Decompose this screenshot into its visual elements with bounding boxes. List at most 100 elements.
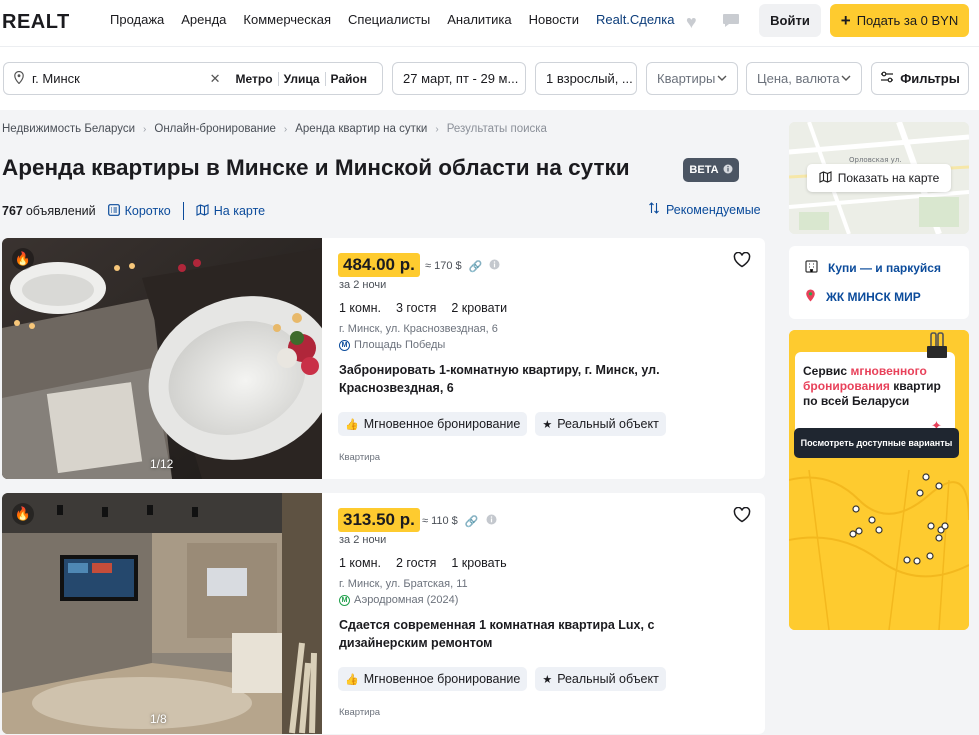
listing-info: 484.00 р. ≈ 170 $ 🔗 за 2 ночи 1 комн. 3 … xyxy=(338,238,758,479)
verified-object-label: Реальный объект xyxy=(557,417,659,431)
listing-title[interactable]: Забронировать 1-комнатную квартиру, г. М… xyxy=(339,361,669,397)
instant-booking-promo[interactable]: Сервис мгновенного бронирования квартир … xyxy=(789,330,969,630)
property-kind: Квартира xyxy=(339,707,381,718)
verified-object-badge: ★ Реальный объект xyxy=(535,667,666,691)
results-count: 767 xyxy=(2,204,23,218)
parking-link-label: Купи — и паркуйся xyxy=(828,261,941,275)
dates-field[interactable]: 27 март, пт - 29 м... xyxy=(392,62,526,95)
rooms-count: 1 комн. xyxy=(339,301,381,315)
plus-icon: + xyxy=(840,10,851,30)
show-on-map-button[interactable]: Показать на карте xyxy=(807,164,951,192)
chevron-down-icon xyxy=(717,73,727,84)
listing-photo[interactable]: 🔥 1/8 xyxy=(2,493,322,734)
living-room-photo xyxy=(2,493,322,734)
listing-card[interactable]: 🔥 1/8 313.50 р. ≈ 110 $ 🔗 за 2 ночи 1 ко… xyxy=(2,493,765,734)
location-options: Метро Улица Район xyxy=(231,71,372,86)
location-option-district[interactable]: Район xyxy=(324,71,372,86)
metro-station: M Площадь Победы xyxy=(339,339,445,351)
view-short-label: Коротко xyxy=(124,204,171,218)
star-icon: ★ xyxy=(542,418,553,431)
price-currency-label: Цена, валюта xyxy=(757,71,840,86)
show-on-map-label: Показать на карте xyxy=(837,171,940,185)
property-type-select[interactable]: Квартиры xyxy=(646,62,738,95)
listing-price: 313.50 р. xyxy=(338,508,420,532)
breadcrumb-item[interactable]: Онлайн-бронирование xyxy=(154,123,276,135)
realt-logo[interactable]: REALT xyxy=(2,11,70,34)
chevron-down-icon xyxy=(841,73,851,84)
hot-offer-icon: 🔥 xyxy=(12,248,34,270)
favorites-heart-icon[interactable]: ♥ xyxy=(686,12,706,32)
location-option-metro[interactable]: Метро xyxy=(231,72,278,86)
beta-badge[interactable]: BETA xyxy=(683,158,739,182)
thumbs-up-icon: 👍 xyxy=(345,673,359,686)
promo-text-pre: Сервис xyxy=(803,364,851,378)
search-bar: г. Минск ✕ Метро Улица Район 27 март, пт… xyxy=(0,46,979,110)
mini-map[interactable]: Орловская ул. Показать на карте xyxy=(789,122,969,234)
chevron-right-icon: › xyxy=(283,123,288,135)
sliders-icon xyxy=(880,71,894,86)
chat-bubble-icon[interactable] xyxy=(722,12,742,32)
map-icon xyxy=(819,170,832,186)
nights-label: за 2 ночи xyxy=(339,279,387,291)
results-toolbar: 767 объявлений Коротко На карте xyxy=(2,202,265,220)
post-ad-label: Подать за 0 BYN xyxy=(856,13,959,28)
link-icon[interactable]: 🔗 xyxy=(469,260,483,273)
nav-specialists[interactable]: Специалисты xyxy=(348,12,430,27)
metro-station: M Аэродромная (2024) xyxy=(339,594,458,606)
listing-badges: 👍 Мгновенное бронирование ★ Реальный объ… xyxy=(338,667,666,691)
usd-price-row: ≈ 170 $ 🔗 xyxy=(425,259,500,273)
link-icon[interactable]: 🔗 xyxy=(465,515,479,528)
listing-price: 484.00 р. xyxy=(338,253,420,277)
filters-button[interactable]: Фильтры xyxy=(871,62,969,95)
usd-price: ≈ 110 $ xyxy=(422,515,458,527)
location-option-street[interactable]: Улица xyxy=(277,71,325,86)
parking-link[interactable]: Купи — и паркуйся xyxy=(805,260,941,276)
bathroom-photo xyxy=(2,238,322,479)
chevron-right-icon: › xyxy=(143,123,147,135)
breadcrumb-item[interactable]: Недвижимость Беларуси xyxy=(2,123,135,135)
photo-counter: 1/8 xyxy=(150,712,167,726)
nav-analytics[interactable]: Аналитика xyxy=(447,12,511,27)
location-field[interactable]: г. Минск ✕ Метро Улица Район xyxy=(3,62,383,95)
nav-rent[interactable]: Аренда xyxy=(181,12,226,27)
photo-counter: 1/12 xyxy=(150,457,174,471)
complex-link[interactable]: ЖК МИНСК МИР xyxy=(805,289,921,305)
nav-commercial[interactable]: Коммерческая xyxy=(243,12,331,27)
clear-location-icon[interactable]: ✕ xyxy=(210,71,221,87)
info-icon[interactable] xyxy=(489,259,500,273)
view-map-button[interactable]: На карте xyxy=(196,203,265,219)
page-title: Аренда квартиры в Минске и Минской облас… xyxy=(2,155,630,180)
listing-specs: 1 комн. 2 гостя 1 кровать xyxy=(339,556,507,570)
thumbs-up-icon: 👍 xyxy=(345,418,359,431)
guests-field[interactable]: 1 взрослый, ... xyxy=(535,62,637,95)
favorite-heart-icon[interactable] xyxy=(731,251,753,274)
view-short-button[interactable]: Коротко xyxy=(107,203,171,219)
favorite-heart-icon[interactable] xyxy=(731,506,753,529)
metro-icon: M xyxy=(339,594,350,606)
sort-button[interactable]: Рекомендуемые xyxy=(648,202,761,217)
location-value: г. Минск xyxy=(32,71,80,86)
sort-label: Рекомендуемые xyxy=(666,202,761,217)
nav-realt-deal[interactable]: Realt.Сделка xyxy=(596,12,675,27)
listing-card[interactable]: 🔥 1/12 484.00 р. ≈ 170 $ 🔗 за 2 ночи 1 к… xyxy=(2,238,765,479)
nav-news[interactable]: Новости xyxy=(529,12,579,27)
listing-info: 313.50 р. ≈ 110 $ 🔗 за 2 ночи 1 комн. 2 … xyxy=(338,493,758,734)
instant-booking-label: Мгновенное бронирование xyxy=(363,417,521,431)
verified-object-label: Реальный объект xyxy=(557,672,659,686)
breadcrumb-item[interactable]: Аренда квартир на сутки xyxy=(295,123,427,135)
nav-sale[interactable]: Продажа xyxy=(110,12,164,27)
listing-title[interactable]: Сдается современная 1 комнатная квартира… xyxy=(339,616,669,652)
property-type-label: Квартиры xyxy=(657,71,716,86)
post-ad-button[interactable]: + Подать за 0 BYN xyxy=(830,4,969,37)
main-nav: Продажа Аренда Коммерческая Специалисты … xyxy=(110,12,691,27)
info-icon[interactable] xyxy=(486,514,497,528)
map-icon xyxy=(196,203,209,219)
property-kind: Квартира xyxy=(339,452,381,463)
listing-photo[interactable]: 🔥 1/12 xyxy=(2,238,322,479)
login-button[interactable]: Войти xyxy=(759,4,821,37)
instant-booking-label: Мгновенное бронирование xyxy=(363,672,521,686)
view-available-button[interactable]: Посмотреть доступные варианты xyxy=(794,428,959,458)
instant-booking-badge: 👍 Мгновенное бронирование xyxy=(338,412,528,436)
metro-icon: M xyxy=(339,339,350,351)
price-currency-select[interactable]: Цена, валюта xyxy=(746,62,862,95)
